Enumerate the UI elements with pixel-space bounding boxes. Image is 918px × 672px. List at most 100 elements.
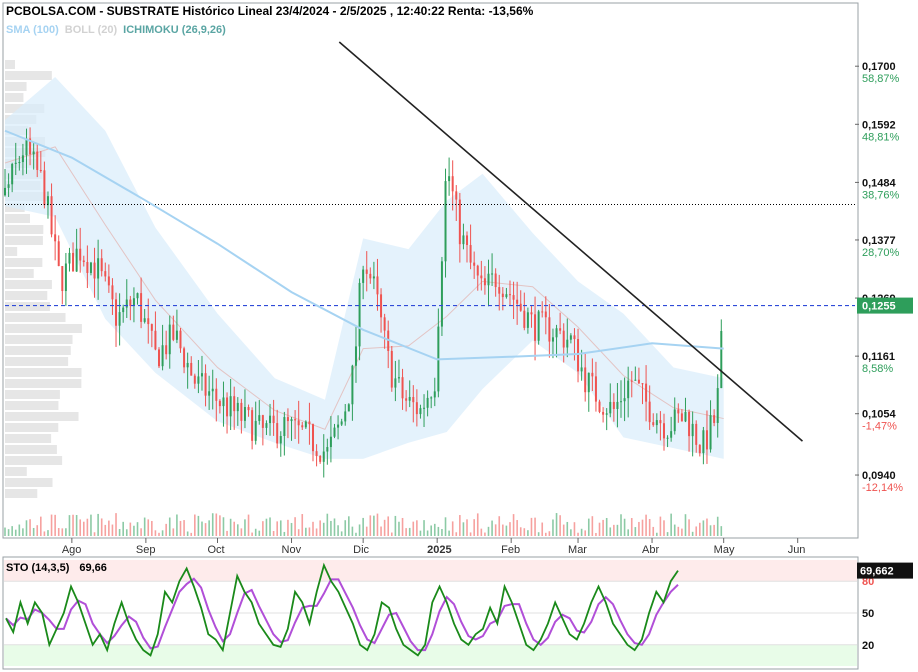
volume-bar: [330, 520, 332, 536]
volume-bar: [494, 524, 497, 536]
volume-bar: [369, 515, 372, 536]
candle-body: [383, 317, 386, 331]
volume-bar: [462, 522, 465, 536]
candle-body: [648, 401, 651, 423]
candle-body: [179, 330, 182, 349]
volume-bar: [233, 521, 236, 536]
candle-body: [705, 430, 708, 450]
candle-body: [308, 421, 311, 425]
volume-profile-bar: [5, 214, 30, 223]
candle-body: [501, 293, 504, 298]
candle-body: [18, 162, 21, 164]
candle-body: [183, 348, 186, 368]
candle-body: [652, 422, 655, 426]
volume-bar: [691, 531, 694, 536]
volume-bar: [276, 521, 278, 536]
boll-legend[interactable]: BOLL (20): [65, 24, 117, 36]
volume-bar: [65, 528, 67, 536]
volume-bar: [595, 532, 597, 536]
candle-body: [677, 409, 680, 414]
candle-body: [548, 317, 551, 342]
volume-bar: [68, 515, 71, 536]
volume-bar: [194, 514, 196, 536]
candle-body: [508, 294, 511, 296]
volume-bar: [90, 514, 92, 536]
candle-body: [483, 278, 486, 286]
candle-body: [480, 275, 483, 279]
stochastic-label[interactable]: STO (14,3,5): [6, 562, 69, 574]
volume-bar: [570, 529, 572, 536]
volume-bar: [337, 525, 339, 536]
candle-body: [14, 162, 17, 164]
candle-body: [473, 262, 476, 266]
volume-bar: [22, 528, 24, 536]
volume-profile-bar: [5, 269, 34, 278]
candle-body: [684, 411, 687, 422]
candle-body: [430, 397, 433, 399]
stochastic-value: 69,66: [79, 562, 107, 574]
candle-body: [698, 444, 701, 454]
price-tick-label: 0,1592: [862, 119, 896, 131]
volume-bar: [673, 524, 676, 536]
volume-bar: [176, 514, 178, 536]
candle-body: [680, 413, 683, 422]
candle-body: [211, 388, 214, 392]
volume-bar: [398, 521, 400, 536]
candle-body: [57, 241, 60, 267]
volume-bar: [36, 525, 39, 536]
volume-profile-bar: [5, 335, 73, 344]
candle-body: [616, 401, 619, 409]
volume-bar: [93, 532, 96, 536]
volume-profile-bar: [5, 478, 53, 487]
volume-bar: [666, 532, 669, 536]
current-price-label: 0,1255: [862, 301, 896, 313]
candle-body: [720, 330, 723, 389]
volume-bar: [7, 529, 10, 536]
oversold-zone: [4, 644, 857, 666]
candle-body: [623, 398, 626, 402]
price-tick-label: 0,1700: [862, 61, 896, 73]
candle-body: [351, 365, 354, 405]
volume-bar: [720, 526, 723, 536]
candle-body: [25, 138, 28, 156]
volume-bar: [129, 522, 132, 536]
volume-bar: [351, 526, 354, 536]
candle-body: [645, 383, 648, 402]
volume-bar: [491, 520, 493, 536]
sma-legend[interactable]: SMA (100): [6, 24, 59, 36]
volume-bar: [663, 520, 665, 536]
volume-profile-bar: [5, 379, 82, 388]
candle-body: [140, 293, 143, 322]
volume-bar: [348, 516, 350, 536]
volume-bar: [448, 530, 450, 536]
volume-bar: [244, 519, 246, 536]
candle-body: [254, 420, 257, 441]
candle-body: [498, 287, 501, 294]
month-label: Mar: [568, 544, 587, 556]
volume-bar: [430, 525, 432, 536]
volume-bar: [484, 532, 486, 536]
volume-profile-bar: [5, 390, 60, 399]
candle-body: [716, 388, 719, 423]
volume-bar: [265, 518, 268, 536]
candle-body: [476, 265, 479, 276]
volume-bar: [18, 524, 21, 536]
volume-bar: [405, 528, 407, 536]
candle-body: [72, 252, 75, 272]
candle-body: [229, 396, 232, 417]
candle-body: [186, 362, 189, 368]
volume-bar: [312, 521, 314, 536]
indicator-legend: SMA (100) BOLL (20) ICHIMOKU (26,9,26): [6, 24, 232, 36]
candle-body: [82, 260, 85, 263]
volume-bar: [616, 524, 619, 536]
candle-body: [354, 346, 357, 366]
candle-body: [233, 396, 236, 412]
candle-body: [419, 408, 422, 415]
ichimoku-legend[interactable]: ICHIMOKU (26,9,26): [123, 24, 226, 36]
volume-bar: [498, 516, 501, 536]
volume-bar: [344, 520, 347, 536]
candle-body: [218, 400, 221, 407]
volume-bar: [401, 517, 404, 536]
volume-bar: [383, 519, 386, 536]
volume-profile-bar: [5, 313, 66, 322]
